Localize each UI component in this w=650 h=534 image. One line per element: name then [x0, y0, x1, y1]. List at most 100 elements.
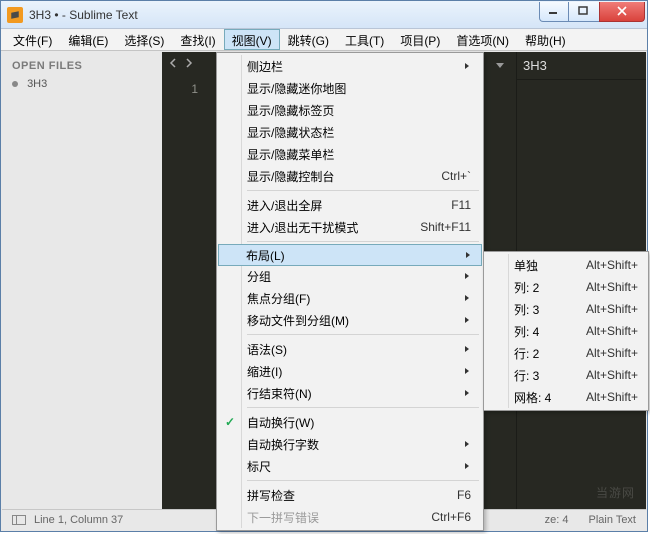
title-bar: 3H3 • - Sublime Text: [1, 1, 647, 29]
maximize-button[interactable]: [569, 2, 599, 22]
menu-separator: [247, 407, 479, 408]
menu-tools[interactable]: 工具(T): [337, 29, 392, 50]
submenu-arrow-icon: [463, 291, 471, 305]
menu-separator: [247, 334, 479, 335]
window-title: 3H3 • - Sublime Text: [29, 8, 539, 22]
menu-item[interactable]: 显示/隐藏标签页: [219, 99, 481, 121]
menu-shortcut: F11: [451, 198, 471, 212]
line-number: 1: [162, 82, 198, 96]
open-file-name: 3H3: [27, 78, 47, 90]
menu-item[interactable]: 自动换行字数: [219, 433, 481, 455]
menu-item[interactable]: 布局(L): [218, 244, 482, 266]
submenu-item[interactable]: 单独 Alt+Shift+: [486, 254, 646, 276]
submenu-shortcut: Alt+Shift+: [586, 302, 638, 316]
pane-menu-icon[interactable]: [494, 58, 506, 76]
submenu-arrow-icon: [463, 342, 471, 356]
submenu-item-label: 行: 2: [514, 345, 539, 362]
submenu-shortcut: Alt+Shift+: [586, 390, 638, 404]
submenu-shortcut: Alt+Shift+: [586, 346, 638, 360]
menu-item[interactable]: 拼写检查F6: [219, 484, 481, 506]
menu-goto[interactable]: 跳转(G): [280, 29, 337, 50]
menu-item-label: 显示/隐藏标签页: [247, 102, 334, 119]
sidebar: OPEN FILES 3H3: [2, 52, 162, 509]
menu-item-label: 分组: [247, 268, 271, 285]
submenu-arrow-icon: [463, 269, 471, 283]
menu-item[interactable]: 进入/退出全屏 F11: [219, 194, 481, 216]
menu-project[interactable]: 项目(P): [392, 29, 448, 50]
menu-item[interactable]: 行结束符(N): [219, 382, 481, 404]
check-icon: ✓: [225, 415, 235, 429]
submenu-arrow-icon: [463, 459, 471, 473]
menu-file[interactable]: 文件(F): [5, 29, 60, 50]
open-file-item[interactable]: 3H3: [12, 78, 152, 90]
menu-bar: 文件(F) 编辑(E) 选择(S) 查找(I) 视图(V) 跳转(G) 工具(T…: [1, 29, 647, 51]
submenu-item-label: 单独: [514, 257, 538, 274]
submenu-arrow-icon: [463, 386, 471, 400]
menu-item[interactable]: 显示/隐藏状态栏: [219, 121, 481, 143]
menu-item[interactable]: 进入/退出无干扰模式 Shift+F11: [219, 216, 481, 238]
chevron-left-icon[interactable]: [168, 58, 178, 68]
menu-item-label: 下一拼写错误: [247, 509, 319, 526]
submenu-arrow-icon: [463, 437, 471, 451]
menu-item-label: 缩进(I): [247, 363, 282, 380]
menu-item[interactable]: ✓自动换行(W): [219, 411, 481, 433]
menu-item-label: 进入/退出无干扰模式: [247, 219, 358, 236]
menu-item[interactable]: 标尺: [219, 455, 481, 477]
menu-item[interactable]: 分组: [219, 265, 481, 287]
status-position: Line 1, Column 37: [34, 514, 123, 526]
submenu-item[interactable]: 网格: 4Alt+Shift+: [486, 386, 646, 408]
menu-item-label: 语法(S): [247, 341, 287, 358]
menu-item[interactable]: 侧边栏: [219, 55, 481, 77]
submenu-item[interactable]: 行: 3 Alt+Shift+: [486, 364, 646, 386]
status-syntax[interactable]: Plain Text: [589, 514, 637, 526]
submenu-item[interactable]: 行: 2 Alt+Shift+: [486, 342, 646, 364]
app-icon: [7, 7, 23, 23]
minimize-button[interactable]: [539, 2, 569, 22]
status-tab-size[interactable]: ze: 4: [545, 514, 569, 526]
submenu-shortcut: Alt+Shift+: [586, 368, 638, 382]
menu-item-label: 行结束符(N): [247, 385, 312, 402]
tab-label[interactable]: 3H3: [523, 58, 547, 73]
menu-item-label: 进入/退出全屏: [247, 197, 322, 214]
menu-item[interactable]: 焦点分组(F): [219, 287, 481, 309]
submenu-item[interactable]: 列: 3Alt+Shift+: [486, 298, 646, 320]
layout-submenu: 单独Alt+Shift+列: 2Alt+Shift+列: 3Alt+Shift+…: [483, 251, 649, 411]
menu-item-label: 焦点分组(F): [247, 290, 310, 307]
menu-item-label: 显示/隐藏菜单栏: [247, 146, 334, 163]
menu-selection[interactable]: 选择(S): [116, 29, 172, 50]
menu-item-label: 布局(L): [246, 247, 285, 264]
menu-shortcut: F6: [457, 488, 471, 502]
menu-preferences[interactable]: 首选项(N): [448, 29, 517, 50]
chevron-right-icon[interactable]: [184, 58, 194, 68]
menu-help[interactable]: 帮助(H): [517, 29, 574, 50]
menu-item-label: 自动换行字数: [247, 436, 319, 453]
tab-nav-icons: [168, 58, 194, 68]
submenu-shortcut: Alt+Shift+: [586, 258, 638, 272]
submenu-shortcut: Alt+Shift+: [586, 324, 638, 338]
submenu-item[interactable]: 列: 2 Alt+Shift+: [486, 276, 646, 298]
menu-edit[interactable]: 编辑(E): [60, 29, 116, 50]
menu-item[interactable]: 缩进(I): [219, 360, 481, 382]
view-dropdown: 侧边栏显示/隐藏迷你地图显示/隐藏标签页显示/隐藏状态栏显示/隐藏菜单栏显示/隐…: [216, 52, 484, 531]
submenu-shortcut: Alt+Shift+: [586, 280, 638, 294]
menu-item-label: 移动文件到分组(M): [247, 312, 349, 329]
menu-item-label: 显示/隐藏状态栏: [247, 124, 334, 141]
close-button[interactable]: [599, 2, 645, 22]
menu-item[interactable]: 移动文件到分组(M): [219, 309, 481, 331]
menu-item[interactable]: 显示/隐藏菜单栏: [219, 143, 481, 165]
menu-separator: [247, 190, 479, 191]
menu-find[interactable]: 查找(I): [172, 29, 223, 50]
submenu-item-label: 列: 2: [514, 279, 539, 296]
submenu-item-label: 列: 4: [514, 323, 539, 340]
menu-item[interactable]: 语法(S): [219, 338, 481, 360]
submenu-item-label: 行: 3: [514, 367, 539, 384]
menu-view[interactable]: 视图(V): [224, 29, 280, 50]
dirty-dot-icon: [12, 81, 18, 87]
menu-item[interactable]: 显示/隐藏控制台Ctrl+`: [219, 165, 481, 187]
menu-shortcut: Shift+F11: [420, 220, 471, 234]
menu-item[interactable]: 显示/隐藏迷你地图: [219, 77, 481, 99]
panel-toggle-icon[interactable]: [12, 515, 26, 525]
submenu-item[interactable]: 列: 4 Alt+Shift+: [486, 320, 646, 342]
menu-separator: [247, 241, 479, 242]
menu-separator: [247, 480, 479, 481]
